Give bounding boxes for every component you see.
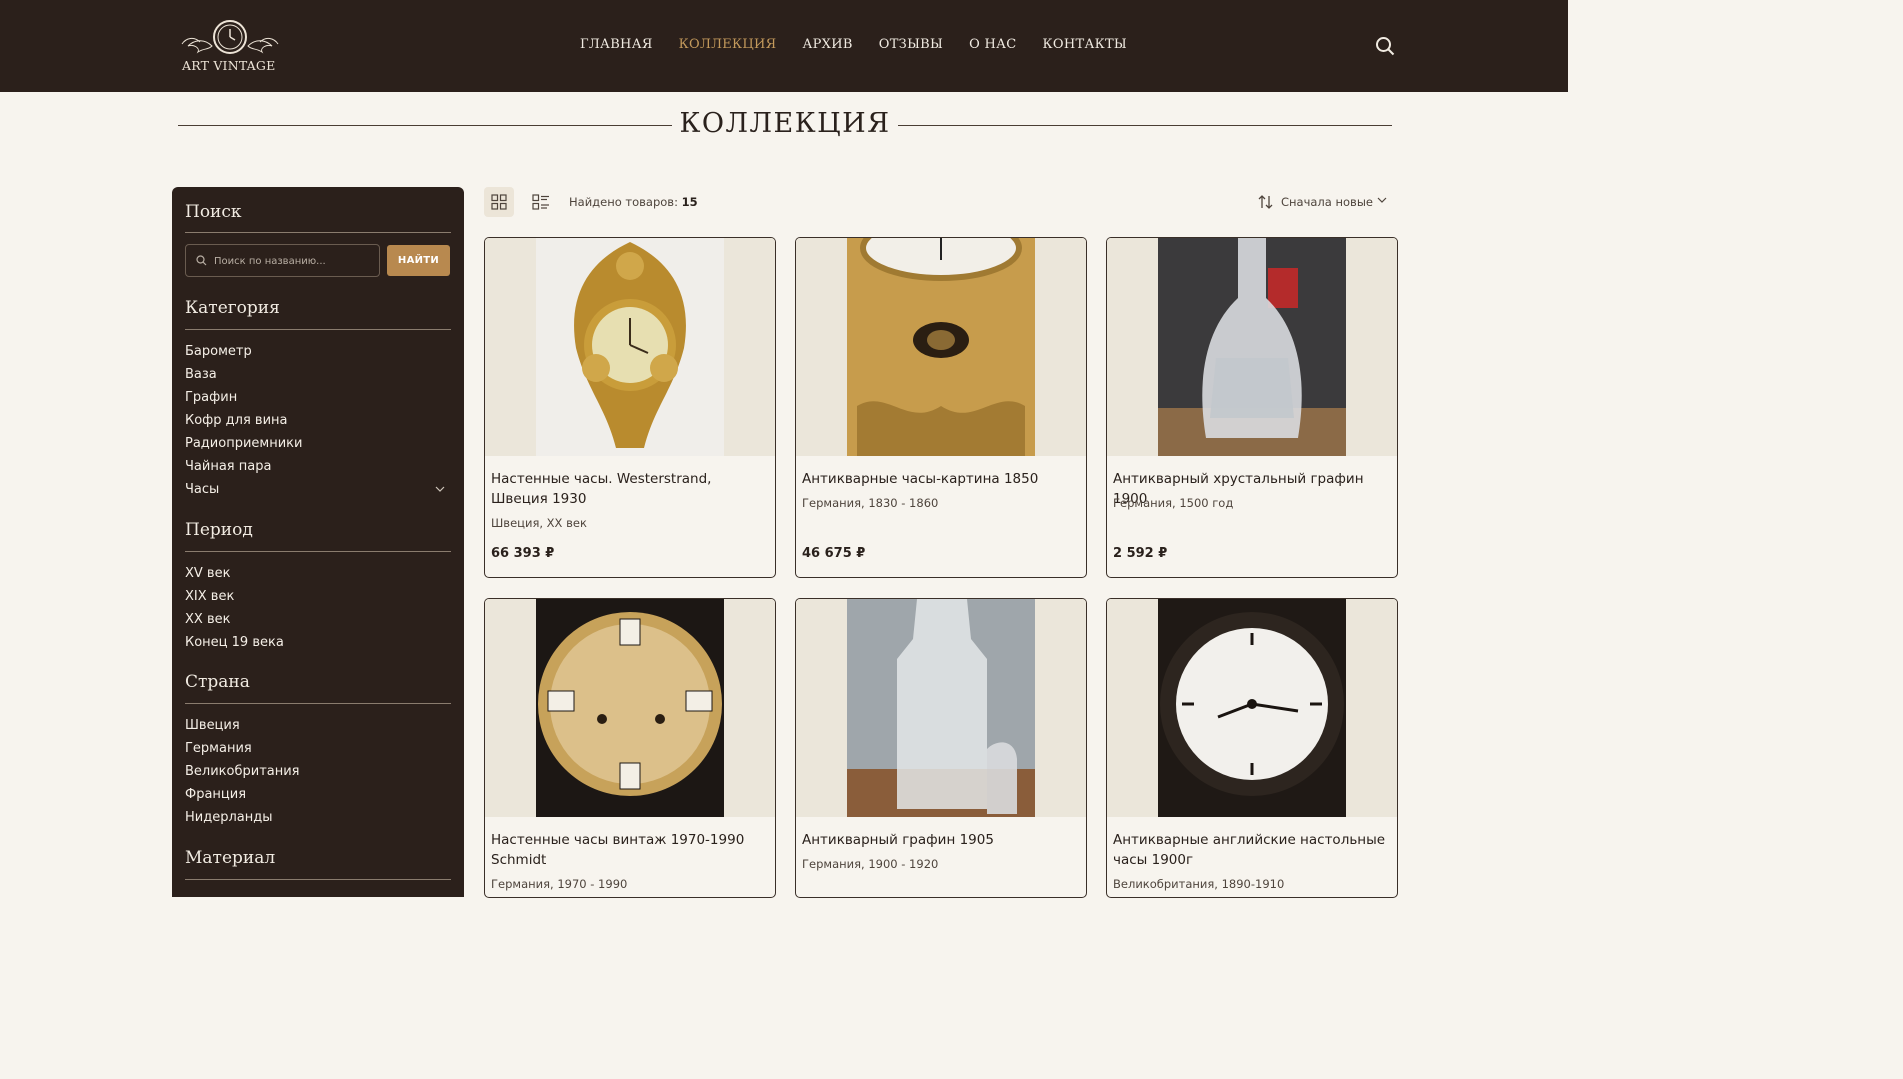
- product-meta: Германия, 1970 - 1990: [491, 877, 628, 891]
- product-image: [485, 238, 775, 456]
- category-item-label: Часы: [185, 482, 220, 497]
- search-box: [185, 244, 380, 277]
- product-card[interactable]: Антикварный графин 1905 Германия, 1900 -…: [795, 598, 1087, 898]
- period-item[interactable]: Конец 19 века: [185, 631, 451, 654]
- decanter-image: [847, 599, 1035, 817]
- category-item[interactable]: Чайная пара: [185, 455, 451, 478]
- product-name[interactable]: Антикварные английские настольные часы 1…: [1113, 830, 1389, 870]
- chevron-down-icon[interactable]: [435, 486, 445, 492]
- nav-contacts[interactable]: КОНТАКТЫ: [1043, 37, 1128, 52]
- product-image: [796, 238, 1086, 456]
- category-item[interactable]: Радиоприемники: [185, 432, 451, 455]
- list-view-button[interactable]: [526, 187, 556, 217]
- country-item[interactable]: Франция: [185, 783, 451, 806]
- english-clock-image: [1158, 599, 1346, 817]
- period-item[interactable]: XIX век: [185, 585, 451, 608]
- category-item[interactable]: Барометр: [185, 340, 451, 363]
- product-card[interactable]: Настенные часы. Westerstrand, Швеция 193…: [484, 237, 776, 578]
- clock-painting-image: [847, 238, 1035, 456]
- logo-clock-icon: [181, 20, 279, 54]
- grid-view-button[interactable]: [484, 187, 514, 217]
- product-card[interactable]: Антикварные английские настольные часы 1…: [1106, 598, 1398, 898]
- nav-archive[interactable]: АРХИВ: [802, 37, 852, 52]
- category-item-clocks[interactable]: Часы: [185, 478, 451, 501]
- logo-text: ART VINTAGE: [182, 58, 276, 73]
- product-meta: Великобритания, 1890-1910: [1113, 877, 1285, 891]
- product-card[interactable]: Настенные часы винтаж 1970-1990 Schmidt …: [484, 598, 776, 898]
- period-item[interactable]: XX век: [185, 608, 451, 631]
- product-price: 2 592 ₽: [1113, 546, 1168, 561]
- nav-reviews[interactable]: ОТЗЫВЫ: [879, 37, 943, 52]
- product-price: 46 675 ₽: [802, 546, 866, 561]
- nav-about[interactable]: О НАС: [969, 37, 1016, 52]
- country-item[interactable]: Великобритания: [185, 760, 451, 783]
- search-heading: Поиск: [185, 202, 242, 222]
- wall-clock-image: [536, 238, 724, 456]
- product-card[interactable]: Антикварный хрустальный графин 1900 Герм…: [1106, 237, 1398, 578]
- nav-home[interactable]: ГЛАВНАЯ: [580, 37, 653, 52]
- category-item[interactable]: Графин: [185, 386, 451, 409]
- category-heading: Категория: [185, 298, 280, 318]
- product-image: [485, 599, 775, 817]
- search-icon: [196, 255, 207, 266]
- period-item[interactable]: XV век: [185, 562, 451, 585]
- sort-icon[interactable]: [1258, 195, 1274, 209]
- vintage-clock-image: [536, 599, 724, 817]
- divider: [185, 232, 451, 233]
- site-header: ART VINTAGE ГЛАВНАЯ КОЛЛЕКЦИЯ АРХИВ ОТЗЫ…: [0, 0, 1568, 92]
- product-price: 66 393 ₽: [491, 546, 555, 561]
- product-name[interactable]: Настенные часы. Westerstrand, Швеция 193…: [491, 469, 767, 509]
- product-meta: Германия, 1900 - 1920: [802, 857, 939, 871]
- category-item[interactable]: Кофр для вина: [185, 409, 451, 432]
- period-heading: Период: [185, 520, 253, 540]
- product-name[interactable]: Антикварные часы-картина 1850: [802, 469, 1078, 489]
- sort-dropdown[interactable]: Сначала новые: [1281, 195, 1373, 209]
- category-list: Барометр Ваза Графин Кофр для вина Радио…: [185, 340, 451, 501]
- product-image: [1107, 599, 1397, 817]
- list-view-icon: [532, 194, 549, 210]
- product-card[interactable]: Антикварные часы-картина 1850 Германия, …: [795, 237, 1087, 578]
- chevron-down-icon[interactable]: [1377, 197, 1387, 203]
- product-image: [1107, 238, 1397, 456]
- logo[interactable]: ART VINTAGE: [178, 18, 282, 76]
- search-input[interactable]: [214, 252, 374, 270]
- country-list: Швеция Германия Великобритания Франция Н…: [185, 714, 451, 829]
- divider: [185, 879, 451, 880]
- product-name[interactable]: Настенные часы винтаж 1970-1990 Schmidt: [491, 830, 767, 870]
- search-button[interactable]: НАЙТИ: [387, 245, 450, 276]
- filter-sidebar: Поиск НАЙТИ Категория Барометр Ваза Граф…: [172, 187, 464, 897]
- search-icon[interactable]: [1375, 36, 1395, 56]
- divider: [185, 703, 451, 704]
- country-heading: Страна: [185, 672, 250, 692]
- results-count-value: 15: [681, 195, 698, 209]
- divider: [185, 551, 451, 552]
- divider: [185, 329, 451, 330]
- country-item[interactable]: Швеция: [185, 714, 451, 737]
- material-heading: Материал: [185, 848, 276, 868]
- period-list: XV век XIX век XX век Конец 19 века: [185, 562, 451, 654]
- results-count: Найдено товаров: 15: [569, 195, 698, 209]
- product-meta: Германия, 1500 год: [1113, 496, 1234, 510]
- page-title: КОЛЛЕКЦИЯ: [679, 108, 891, 139]
- title-divider-left: [178, 125, 672, 126]
- results-count-label: Найдено товаров:: [569, 195, 678, 209]
- product-image: [796, 599, 1086, 817]
- category-item[interactable]: Ваза: [185, 363, 451, 386]
- main-nav: ГЛАВНАЯ КОЛЛЕКЦИЯ АРХИВ ОТЗЫВЫ О НАС КОН…: [580, 37, 1153, 52]
- grid-view-icon: [491, 194, 507, 210]
- country-item[interactable]: Германия: [185, 737, 451, 760]
- nav-collection[interactable]: КОЛЛЕКЦИЯ: [679, 37, 777, 52]
- product-name[interactable]: Антикварный графин 1905: [802, 830, 1078, 850]
- product-meta: Германия, 1830 - 1860: [802, 496, 939, 510]
- title-divider-right: [898, 125, 1392, 126]
- product-meta: Швеция, XX век: [491, 516, 587, 530]
- country-item[interactable]: Нидерланды: [185, 806, 451, 829]
- crystal-decanter-image: [1158, 238, 1346, 456]
